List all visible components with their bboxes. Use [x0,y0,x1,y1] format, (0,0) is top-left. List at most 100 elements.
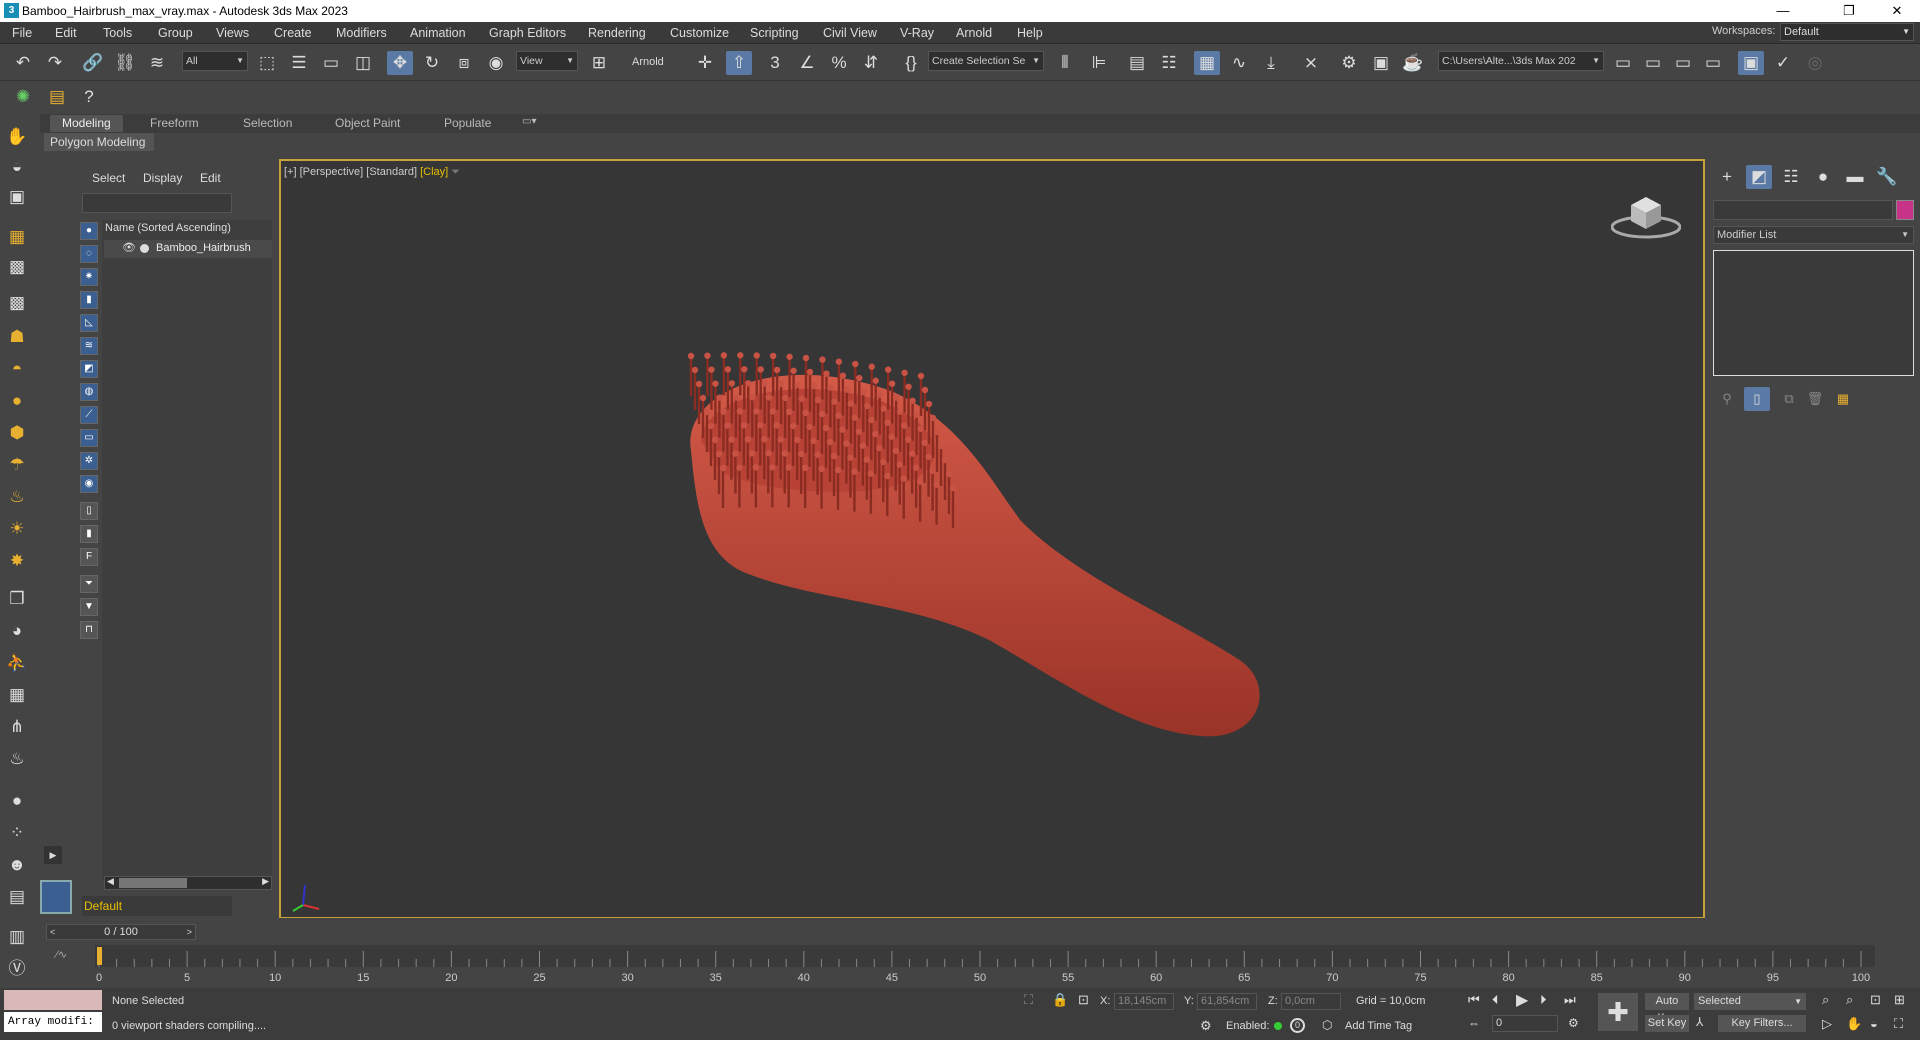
zoom-extents-icon[interactable]: ⊡ [1870,992,1881,1008]
face-icon[interactable]: ☻ [6,854,28,876]
scene-horizontal-scrollbar[interactable]: ◀ ▶ [104,876,272,890]
restore-icon[interactable]: ❐ [1826,0,1872,22]
scene-search-input[interactable] [82,193,232,213]
column-header-name[interactable]: Name (Sorted Ascending) [105,222,231,234]
scene-tab-display[interactable]: Display [143,171,182,185]
polygon-modeling-panel[interactable]: Polygon Modeling [44,133,154,151]
display-xrefs-icon[interactable]: ◍ [80,383,98,401]
menu-animation[interactable]: Animation [410,26,466,40]
display-frozen-icon[interactable]: ▯ [80,502,98,520]
modifier-stack[interactable] [1713,250,1914,376]
project-path-dropdown[interactable]: C:\Users\Alte...\3ds Max 202 ▼ [1438,51,1604,71]
select-place-icon[interactable]: ◉ [483,51,509,75]
edit-named-selection-icon[interactable]: {} [898,51,924,75]
zoom-all-icon[interactable]: ⌕ [1846,992,1853,1008]
x-coordinate-field[interactable]: 18,145cm [1114,993,1174,1010]
z-coordinate-field[interactable]: 0,0cm [1281,993,1341,1010]
select-by-name-icon[interactable]: ☰ [286,51,312,75]
prev-key-icon[interactable]: ⏴ [1492,992,1499,1008]
utilities-tab-icon[interactable]: 🔧 [1874,165,1900,189]
track-bar[interactable]: 0 5 10 15 20 25 30 35 40 45 50 55 60 65 70 75 80 85 90 95 10… [95,945,1875,985]
viewport-point-of-view[interactable]: [Perspective] [300,166,364,178]
mirror-icon[interactable]: ⫴ [1052,51,1078,75]
maximize-viewport-icon[interactable]: ⛶ [1894,1016,1903,1032]
pan-icon[interactable]: ✋ [1846,1016,1862,1032]
film-icon[interactable]: ▩ [6,292,28,314]
curve-editor-icon[interactable]: ∿ [1226,51,1252,75]
cube-icon[interactable]: ❒ [6,588,28,610]
auto-key-button[interactable]: Auto Key [1645,993,1689,1024]
key-tangent-icon[interactable]: ⅄ [1696,1015,1703,1029]
angle-snap-icon[interactable]: ∠ [794,51,820,75]
scene-tab-select[interactable]: Select [92,171,125,185]
object-name-field[interactable] [1713,200,1893,220]
menu-group[interactable]: Group [158,26,193,40]
filter-icon[interactable]: ⏷ [80,575,98,593]
scroll-left-icon[interactable]: ◀ [107,876,114,887]
menu-help[interactable]: Help [1017,26,1043,40]
particles-icon[interactable]: ⁘ [6,822,28,844]
time-cursor[interactable] [97,947,102,965]
menu-graph-editors[interactable]: Graph Editors [489,26,566,40]
scene-explorer-icon[interactable]: ▤ [1124,51,1150,75]
scroll-right-icon[interactable]: ▶ [262,876,269,887]
display-none-icon[interactable]: F [80,548,98,566]
toggle-ribbon-icon[interactable]: ▦ [1194,51,1220,75]
align-icon[interactable]: ⊫ [1086,51,1112,75]
camera-icon[interactable]: ▩ [6,256,28,278]
rendered-frame-icon[interactable]: ▣ [1368,51,1394,75]
select-move-icon[interactable]: ✥ [387,51,413,75]
viewport-menu-plus[interactable]: [+] [284,166,297,178]
material-editor-icon[interactable]: ⨯ [1298,51,1324,75]
pin-stack-icon[interactable]: ⚲ [1714,387,1740,411]
selection-filter-dropdown[interactable]: All ▼ [182,51,248,71]
maxscript-listener-output[interactable] [4,990,102,1010]
schematic-view-icon[interactable]: ⤓ [1258,51,1284,75]
pivot-center-icon[interactable]: ⊞ [586,51,612,75]
geosphere-icon[interactable]: ⬢ [6,422,28,444]
create-tab-icon[interactable]: + [1714,165,1740,189]
configure-modifier-sets-icon[interactable]: ▦ [1830,387,1856,411]
redo-icon[interactable]: ↷ [42,51,68,75]
make-unique-icon[interactable]: ⧉ [1776,387,1802,411]
set-key-button[interactable]: Set Key [1645,1015,1689,1032]
zoom-icon[interactable]: ⌕ [1822,992,1829,1008]
list-item[interactable]: 👁 Bamboo_Hairbrush [104,240,272,258]
workspaces-dropdown[interactable]: Default ▼ [1780,23,1914,41]
play-icon[interactable]: ▶ [1516,990,1528,1010]
teapot-icon[interactable]: ◕ [6,620,28,642]
v-icon[interactable]: Ⓥ [6,958,28,980]
pin-icon[interactable]: ▥ [6,926,28,948]
viewport-shading-mode[interactable]: [Clay] [420,166,448,178]
select-object-icon[interactable]: ⬚ [254,51,280,75]
display-spacewarps-icon[interactable]: ≋ [80,337,98,355]
mini-curve-editor-icon[interactable]: ⁄∿ [56,948,67,961]
menu-rendering[interactable]: Rendering [588,26,646,40]
select-scale-icon[interactable]: ⧈ [451,51,477,75]
display-hidden-icon[interactable]: ◉ [80,475,98,493]
unlink-icon[interactable]: ⛓ [112,51,138,75]
spinner-snap-icon[interactable]: ⇵ [858,51,884,75]
percent-snap-icon[interactable]: % [826,51,852,75]
next-frame-icon[interactable]: > [187,925,192,939]
tab-populate[interactable]: Populate [444,116,491,130]
ribbon-options-icon[interactable]: ▭▾ [522,116,536,127]
keyboard-shortcut-icon[interactable]: ✛ [692,51,718,75]
lamp-icon[interactable]: ☗ [6,326,28,348]
expand-panel-icon[interactable]: ▶ [44,846,62,864]
menu-views[interactable]: Views [216,26,249,40]
close-icon[interactable]: ✕ [1874,0,1920,22]
display-groups-icon[interactable]: ◩ [80,360,98,378]
box-icon[interactable]: ▦ [6,226,28,248]
layer-dropdown[interactable]: Default [82,896,232,916]
menu-modifiers[interactable]: Modifiers [336,26,387,40]
set-keys-icon[interactable]: ✚ [1598,993,1638,1031]
menu-edit[interactable]: Edit [55,26,77,40]
maxscript-mini-listener[interactable]: Array modifi: [4,1012,102,1032]
time-configuration-icon[interactable]: ⚙ [1568,1016,1579,1030]
key-mode-dropdown[interactable]: Selected ▼ [1694,993,1806,1010]
key-filters-button[interactable]: Key Filters... [1718,1015,1806,1032]
modifier-list-dropdown[interactable]: Modifier List ▼ [1713,226,1914,244]
menu-civil-view[interactable]: Civil View [823,26,877,40]
bind-space-warp-icon[interactable]: ≋ [144,51,170,75]
